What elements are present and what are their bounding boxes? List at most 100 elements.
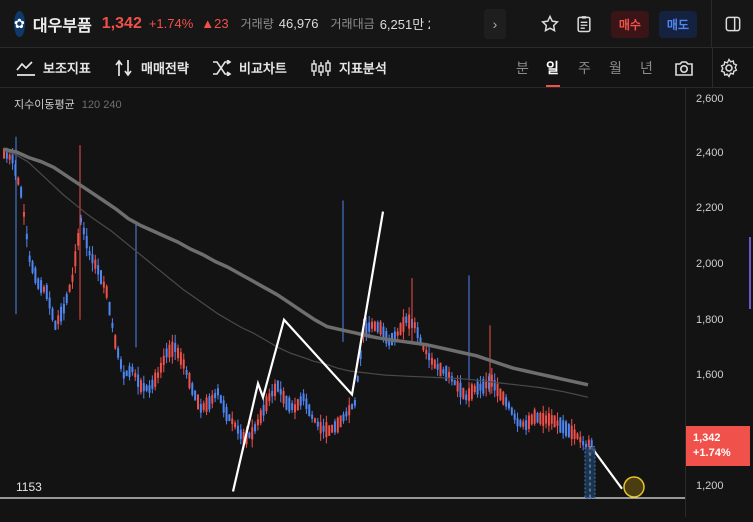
- tool-indicators[interactable]: 보조지표: [16, 58, 91, 77]
- current-price-tag: 1,342 +1.74%: [686, 426, 750, 466]
- change-percent: +1.74%: [148, 16, 194, 31]
- chevron-right-icon[interactable]: ›: [484, 9, 506, 39]
- candle-body: [197, 394, 199, 410]
- candle-body: [416, 327, 419, 338]
- candle-body: [208, 396, 211, 410]
- candle-body: [174, 342, 177, 352]
- candle-body: [536, 412, 539, 423]
- candle-body: [502, 391, 505, 405]
- candle-body: [8, 154, 11, 160]
- candle-body: [205, 397, 208, 412]
- candle-body: [22, 212, 25, 217]
- period-month[interactable]: 월: [609, 58, 622, 78]
- candle-body: [94, 259, 97, 269]
- candle-body: [279, 388, 282, 395]
- ema-120-line: [3, 150, 589, 398]
- candle-body: [17, 177, 20, 185]
- candle-body: [342, 414, 345, 422]
- candle-body: [402, 316, 405, 332]
- candle-body: [108, 301, 111, 316]
- candle-body: [194, 390, 197, 401]
- candle-body: [313, 418, 316, 423]
- candle-body: [496, 383, 499, 397]
- candle-body: [57, 315, 60, 325]
- candle-body: [339, 415, 342, 428]
- candle-body: [425, 349, 428, 355]
- candle-body: [510, 407, 513, 415]
- candle-body: [185, 370, 188, 375]
- tool-compare[interactable]: 비교차트: [212, 58, 287, 77]
- candle-body: [45, 285, 48, 299]
- candle-body: [465, 394, 468, 401]
- period-minute[interactable]: 분: [516, 58, 529, 78]
- candle-body: [507, 402, 510, 409]
- period-week[interactable]: 주: [578, 58, 591, 78]
- candle-body: [468, 388, 471, 401]
- divider: [711, 0, 712, 48]
- candle-body: [302, 393, 305, 402]
- candle-body: [42, 286, 45, 292]
- candle-body: [470, 384, 473, 400]
- candle-body: [251, 427, 254, 440]
- camera-icon[interactable]: [672, 56, 696, 80]
- period-day[interactable]: 일: [546, 58, 559, 78]
- candle-body: [353, 399, 356, 406]
- stock-name[interactable]: 대우부품: [33, 12, 92, 36]
- candle-body: [582, 441, 585, 446]
- candle-body: [65, 293, 68, 304]
- candle-body: [159, 362, 162, 373]
- candle-body: [311, 414, 314, 419]
- y-tick: 2,400: [696, 147, 724, 159]
- price-tag-value: 1,342: [693, 432, 721, 444]
- current-price: 1,342: [101, 14, 142, 32]
- candle-body: [177, 347, 180, 359]
- candle-body: [565, 421, 568, 436]
- candle-body: [379, 321, 382, 335]
- candle-body: [271, 390, 274, 397]
- buy-button[interactable]: 매수: [610, 10, 649, 38]
- candle-body: [579, 436, 582, 443]
- candle-body: [211, 394, 214, 404]
- candle-body: [413, 322, 416, 329]
- price-chart[interactable]: [0, 88, 685, 517]
- clipboard-icon[interactable]: [567, 7, 601, 41]
- period-year[interactable]: 년: [640, 58, 653, 78]
- candle-body: [351, 403, 354, 410]
- scroll-indicator[interactable]: [749, 237, 751, 309]
- candle-body: [157, 372, 160, 378]
- tool-strategy[interactable]: 매매전략: [114, 58, 189, 77]
- candle-body: [476, 381, 479, 395]
- candle-body: [570, 425, 573, 440]
- indicator-name: 지수이동평균: [14, 99, 75, 111]
- tool-analysis[interactable]: 지표분석: [310, 58, 387, 77]
- candle-body: [20, 187, 23, 198]
- indicator-legend[interactable]: 지수이동평균 120 240: [14, 96, 122, 112]
- candle-body: [125, 370, 128, 377]
- candle-body: [348, 405, 351, 416]
- candle-body: [85, 235, 88, 249]
- candle-body: [100, 270, 102, 285]
- candle-body: [248, 432, 251, 438]
- sell-button[interactable]: 매도: [658, 10, 697, 38]
- candle-body: [559, 417, 562, 433]
- candle-body: [114, 335, 117, 349]
- candle-body: [182, 359, 185, 369]
- header-actions: 매수 매도: [533, 0, 753, 48]
- strategy-icon: [115, 59, 132, 76]
- candle-body: [34, 267, 37, 283]
- candle-body: [11, 154, 14, 164]
- candle-body: [567, 424, 570, 438]
- candle-body: [490, 374, 493, 387]
- star-icon[interactable]: [533, 7, 567, 41]
- candle-body: [376, 322, 379, 332]
- candle-body: [122, 371, 125, 379]
- candle-body: [405, 316, 408, 324]
- ticker-info: ✿ 대우부품 1,342 +1.74% ▲23 거래량 46,976 거래대금 …: [0, 10, 430, 37]
- candle-body: [545, 415, 548, 424]
- panel-toggle-icon[interactable]: [716, 7, 750, 41]
- candle-body: [291, 403, 294, 410]
- candle-body: [356, 376, 359, 382]
- candle-body: [365, 323, 368, 335]
- tool-label: 보조지표: [43, 61, 91, 76]
- gear-icon[interactable]: [717, 56, 741, 80]
